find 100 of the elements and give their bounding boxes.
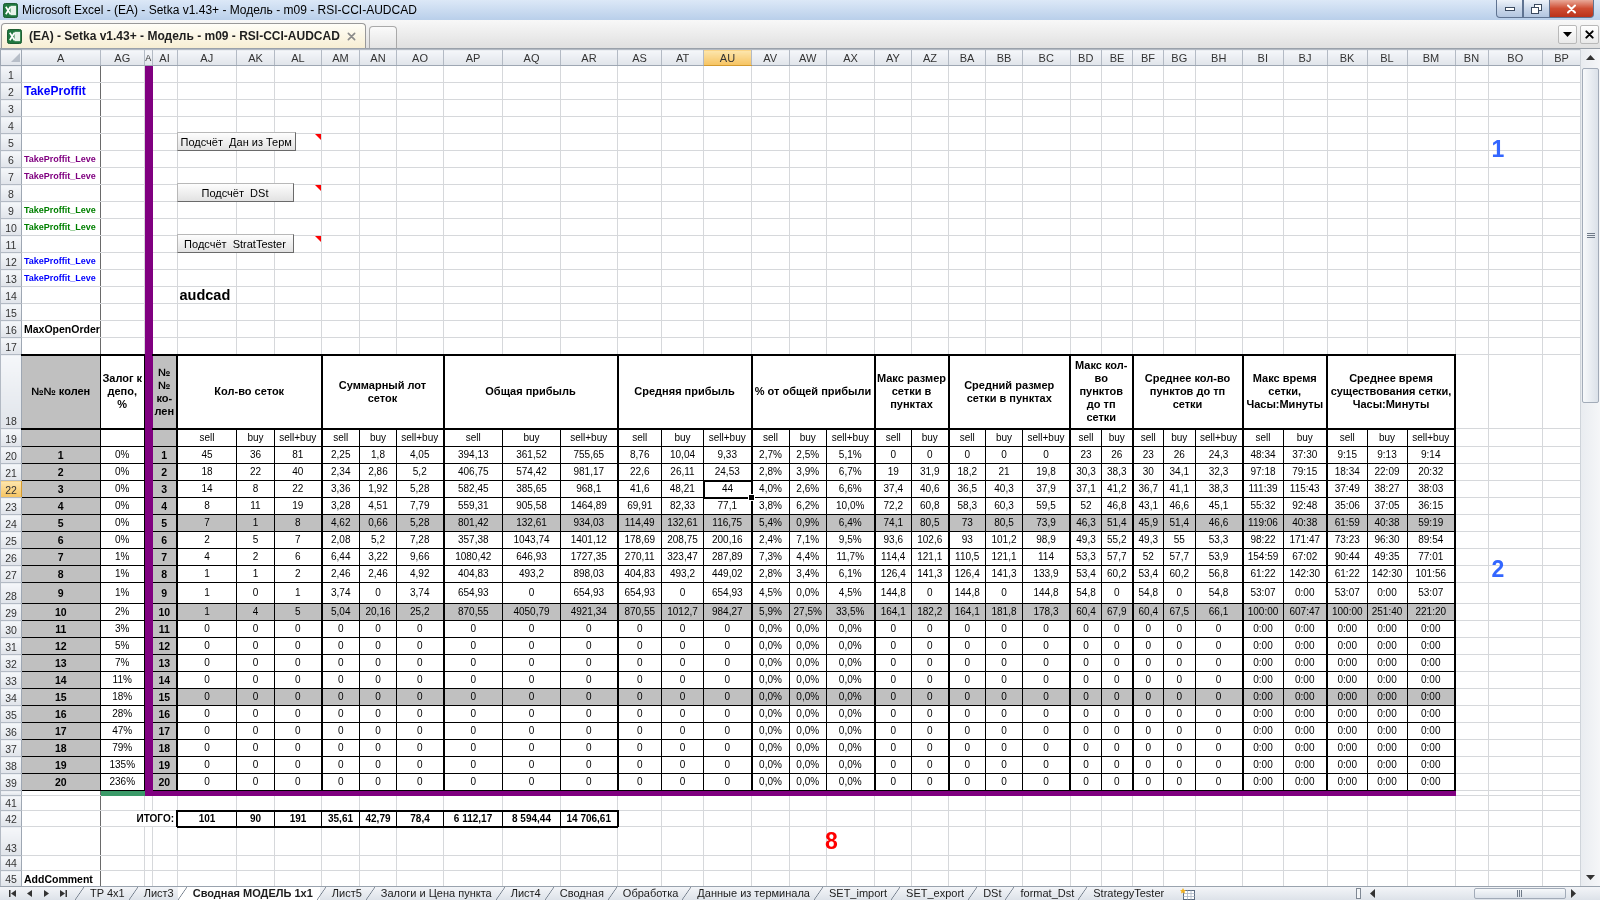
row-header[interactable]: 18 (0, 354, 22, 429)
parameter-label: MaxOpenOrder (24, 322, 100, 335)
annotation-number: 1 (1491, 138, 1505, 160)
left-arrow-icon (1369, 889, 1375, 898)
column-header[interactable]: AY (874, 49, 912, 66)
column-header[interactable]: BJ (1283, 49, 1327, 66)
column-header[interactable]: A (21, 49, 100, 66)
insert-sheet-button[interactable] (1177, 887, 1198, 900)
column-header[interactable]: BE (1101, 49, 1133, 66)
column-header[interactable]: AQ (502, 49, 561, 66)
document-tab[interactable]: (EA) - Setka v1.43+ - Модель - m09 - RSI-CCI-AUDCAD (1, 23, 366, 48)
total-cell: 90 (236, 810, 275, 827)
column-group-header: Средний размер сетки в пунктах (948, 354, 1070, 429)
column-header[interactable]: A (144, 49, 152, 66)
column-header[interactable]: BF (1132, 49, 1164, 66)
calculate-button[interactable]: Подсчёт Дан из Терм (176, 132, 296, 151)
column-group-header: Среднее кол-во пунктов до тп сетки (1132, 354, 1243, 429)
column-group-header: Макс кол-во пунктов до тп сетки (1070, 354, 1133, 429)
total-cell: 78,4 (396, 810, 444, 827)
column-group-header: Общая прибыль (443, 354, 618, 429)
column-header[interactable]: BD (1070, 49, 1102, 66)
close-button[interactable] (1550, 0, 1594, 18)
caret-down-icon (1563, 31, 1572, 37)
close-icon[interactable] (346, 31, 356, 41)
total-cell: 14 706,61 (560, 810, 618, 827)
close-icon (1566, 3, 1577, 14)
column-header[interactable]: BL (1367, 49, 1407, 66)
table-cell: 1 (177, 582, 237, 604)
column-header[interactable]: AL (274, 49, 322, 66)
last-arrow-icon (60, 890, 67, 897)
column-header[interactable]: AO (396, 49, 444, 66)
column-header[interactable]: BM (1407, 49, 1455, 66)
total-cell: 42,79 (359, 810, 397, 827)
close-icon (1585, 29, 1594, 39)
total-cell: 6 112,17 (443, 810, 503, 827)
scrollbar-thumb[interactable] (1474, 888, 1566, 899)
column-header[interactable]: AM (321, 49, 360, 66)
column-group-header: Кол-во сеток (177, 354, 322, 429)
column-header[interactable]: AU (703, 49, 752, 66)
column-header[interactable]: AI (152, 49, 177, 66)
sheet-tab[interactable]: Сводная МОДЕЛЬ 1x1 (177, 887, 320, 900)
column-header[interactable]: AJ (177, 49, 237, 66)
column-header[interactable]: BB (985, 49, 1023, 66)
parameter-label: TakeProffit_Leve (24, 154, 96, 164)
column-header[interactable]: AS (617, 49, 662, 66)
column-header[interactable]: BN (1455, 49, 1488, 66)
column-group-header: Среднее время существования сетки, Часы:Минуты (1327, 354, 1455, 429)
column-header[interactable]: BP (1542, 49, 1580, 66)
row-header[interactable]: 43 (0, 826, 22, 856)
column-header[interactable]: AX (826, 49, 875, 66)
calculate-button[interactable]: Подсчёт StratTester (176, 234, 294, 253)
column-header[interactable]: AK (236, 49, 275, 66)
minimize-button[interactable] (1496, 0, 1523, 18)
column-group-header: Макс время сетки, Часы:Минуты (1242, 354, 1327, 429)
parameter-label: TakeProffit_Leve (24, 273, 96, 283)
column-group-header: Суммарный лот сеток (321, 354, 444, 429)
column-header[interactable]: BO (1488, 49, 1543, 66)
column-header[interactable]: AV (751, 49, 789, 66)
column-group-header: % от общей прибыли (751, 354, 875, 429)
tab-split-handle[interactable] (1356, 888, 1361, 899)
column-header[interactable]: BI (1242, 49, 1283, 66)
grip-icon (1517, 890, 1523, 897)
total-cell: 35,61 (321, 810, 360, 827)
column-header[interactable]: BH (1195, 49, 1243, 66)
down-arrow-icon (1586, 875, 1595, 880)
column-header[interactable]: AW (789, 49, 827, 66)
column-title-cell: Залог к депо, % (100, 354, 145, 429)
restore-button[interactable] (1523, 0, 1550, 18)
column-header[interactable]: BG (1163, 49, 1195, 66)
corner-triangle-icon (11, 53, 20, 62)
parameter-label: TakeProffit_Leve (24, 222, 96, 232)
column-header[interactable]: BC (1022, 49, 1070, 66)
totals-label: ИТОГО: (136, 812, 174, 824)
calculate-button[interactable]: Подсчёт DSt (176, 183, 294, 202)
scrollbar-thumb[interactable] (1582, 68, 1599, 403)
column-header[interactable]: AP (443, 49, 503, 66)
new-sheet-icon (1179, 887, 1195, 900)
close-workbook-button[interactable] (1580, 24, 1599, 44)
column-header[interactable]: AT (661, 49, 704, 66)
column-header[interactable]: AR (560, 49, 618, 66)
tab-list-button[interactable] (1558, 24, 1577, 44)
parameter-label: TakeProffit_Leve (24, 171, 96, 181)
up-arrow-icon (1586, 55, 1595, 60)
column-header[interactable]: AG (100, 49, 145, 66)
parameter-label: TakeProffit_Leve (24, 205, 96, 215)
parameter-label: AddComment (24, 873, 93, 885)
column-header[interactable]: AN (359, 49, 397, 66)
total-cell: 101 (177, 810, 237, 827)
parameter-label: TakeProffit_Leve (24, 256, 96, 266)
restore-icon (1531, 3, 1542, 14)
annotation-number: 2 (1491, 558, 1505, 580)
column-header[interactable]: AZ (911, 49, 949, 66)
column-header[interactable]: BK (1327, 49, 1367, 66)
column-header[interactable]: BA (948, 49, 986, 66)
spreadsheet-icon (3, 2, 18, 18)
row-header[interactable]: 28 (0, 582, 22, 604)
fill-handle[interactable] (747, 493, 755, 501)
column-group-header: Макс размер сетки в пунктах (874, 354, 949, 429)
right-arrow-icon (44, 890, 49, 897)
symbol-label: audcad (179, 287, 231, 303)
